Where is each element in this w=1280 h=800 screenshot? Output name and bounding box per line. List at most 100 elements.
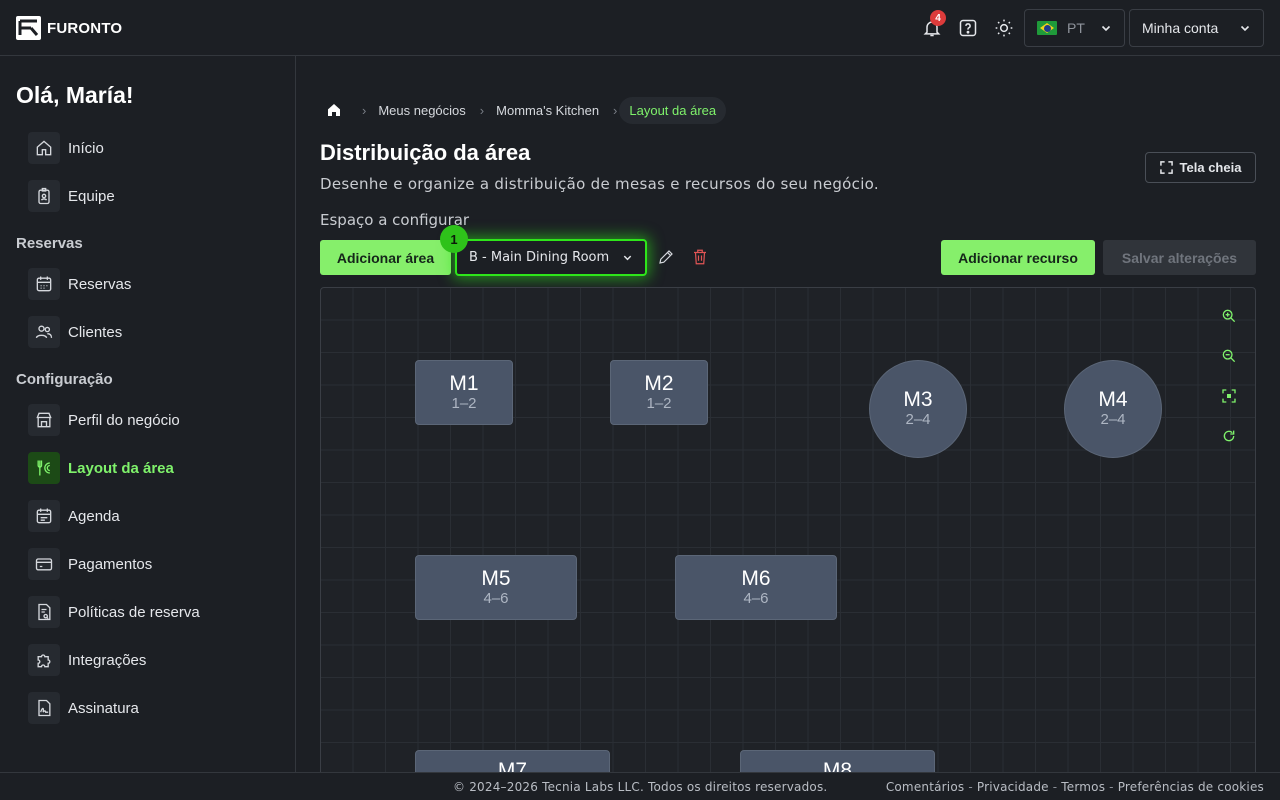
page-title: Distribuição da área: [320, 140, 531, 165]
help-button[interactable]: [956, 16, 980, 40]
edit-area-button[interactable]: [656, 247, 676, 267]
sidebar-item-layout-area[interactable]: Layout da área: [28, 452, 174, 484]
footer: © 2024–2026 Tecnia Labs LLC. Todos os di…: [0, 772, 1280, 800]
policy-icon: [28, 596, 60, 628]
brand-name: FURONTO: [47, 19, 123, 37]
canvas-toolbar: [1219, 306, 1239, 446]
sidebar-item-agenda[interactable]: Agenda: [28, 500, 120, 532]
chevron-down-icon: [1101, 25, 1111, 32]
sidebar-item-label: Assinatura: [68, 699, 139, 717]
table-m3[interactable]: M3 2–4: [869, 360, 967, 458]
logo[interactable]: FURONTO: [16, 16, 122, 40]
footer-link-termos[interactable]: Termos: [1061, 780, 1105, 794]
reset-view-button[interactable]: [1219, 426, 1239, 446]
table-capacity: 2–4: [905, 411, 931, 428]
theme-toggle-button[interactable]: [992, 16, 1016, 40]
notifications-button[interactable]: 4: [920, 10, 946, 40]
sidebar-item-politicas-reserva[interactable]: Políticas de reserva: [28, 596, 200, 628]
add-area-button[interactable]: Adicionar área: [320, 240, 451, 275]
table-m2[interactable]: M2 1–2: [610, 360, 708, 425]
footer-links: Comentários - Privacidade - Termos - Pre…: [886, 780, 1264, 794]
chevron-down-icon: [623, 255, 632, 261]
zoom-out-button[interactable]: [1219, 346, 1239, 366]
save-changes-button[interactable]: Salvar alterações: [1103, 240, 1256, 275]
table-m1[interactable]: M1 1–2: [415, 360, 513, 425]
breadcrumb-mommas-kitchen[interactable]: Momma's Kitchen: [496, 103, 599, 118]
area-select[interactable]: B - Main Dining Room: [455, 239, 647, 276]
brazil-flag-icon: [1037, 21, 1057, 35]
breadcrumb-separator-icon: ›: [479, 102, 485, 118]
refresh-icon: [1223, 430, 1235, 442]
sidebar-item-label: Pagamentos: [68, 555, 153, 573]
zoom-out-icon: [1222, 349, 1236, 363]
sidebar-item-integracoes[interactable]: Integrações: [28, 644, 146, 676]
focus-icon: [1222, 389, 1236, 403]
layout-canvas[interactable]: M1 1–2 M2 1–2 M3 2–4 M4 2–4 M5 4–6 M6 4–…: [320, 287, 1256, 777]
footer-link-privacidade[interactable]: Privacidade: [977, 780, 1049, 794]
sidebar: Olá, María! Início Equipe Reservas Reser…: [0, 56, 296, 772]
table-name: M1: [449, 371, 479, 395]
language-select[interactable]: PT: [1024, 9, 1125, 47]
table-name: M5: [481, 566, 511, 590]
sidebar-item-equipe[interactable]: Equipe: [28, 180, 115, 212]
section-heading-reservas: Reservas: [16, 235, 83, 252]
fit-to-screen-button[interactable]: [1219, 386, 1239, 406]
sidebar-item-inicio[interactable]: Início: [28, 132, 104, 164]
language-code: PT: [1067, 20, 1085, 36]
store-icon: [28, 404, 60, 436]
puzzle-icon: [28, 644, 60, 676]
table-name: M3: [903, 388, 933, 411]
breadcrumb-current: Layout da área: [619, 96, 727, 124]
area-select-value: B - Main Dining Room: [469, 250, 610, 265]
sidebar-item-clientes[interactable]: Clientes: [28, 316, 122, 348]
section-heading-configuracao: Configuração: [16, 371, 113, 388]
pencil-icon: [659, 250, 673, 264]
sidebar-item-label: Agenda: [68, 507, 120, 525]
zoom-in-button[interactable]: [1219, 306, 1239, 326]
add-resource-button[interactable]: Adicionar recurso: [941, 240, 1095, 275]
fullscreen-icon: [1159, 161, 1173, 174]
sidebar-item-label: Equipe: [68, 187, 115, 205]
users-icon: [28, 316, 60, 348]
sidebar-item-label: Perfil do negócio: [68, 411, 180, 429]
home-icon: [28, 132, 60, 164]
chevron-down-icon: [1240, 25, 1250, 32]
step-badge: 1: [440, 225, 468, 253]
footer-separator: -: [968, 779, 973, 794]
footer-link-cookies[interactable]: Preferências de cookies: [1118, 780, 1264, 794]
delete-area-button[interactable]: [690, 247, 710, 267]
table-m4[interactable]: M4 2–4: [1064, 360, 1162, 458]
table-name: M4: [1098, 388, 1128, 411]
sidebar-item-pagamentos[interactable]: Pagamentos: [28, 548, 152, 580]
sidebar-item-label: Integrações: [68, 651, 147, 669]
sidebar-item-label: Início: [68, 139, 104, 157]
sidebar-item-label: Políticas de reserva: [68, 603, 200, 621]
footer-separator: -: [1109, 779, 1114, 794]
breadcrumb-meus-negocios[interactable]: Meus negócios: [378, 103, 465, 118]
table-name: M2: [644, 371, 674, 395]
home-icon: [328, 104, 340, 116]
fullscreen-button[interactable]: Tela cheia: [1145, 152, 1256, 183]
sidebar-item-assinatura[interactable]: Assinatura: [28, 692, 139, 724]
breadcrumb-home[interactable]: [320, 96, 348, 124]
fullscreen-label: Tela cheia: [1179, 160, 1242, 175]
account-menu-button[interactable]: Minha conta: [1129, 9, 1264, 47]
footer-link-comentarios[interactable]: Comentários: [886, 780, 965, 794]
zoom-in-icon: [1222, 309, 1236, 323]
footer-separator: -: [1052, 779, 1058, 794]
trash-icon: [694, 249, 706, 265]
logo-icon: [16, 16, 41, 40]
breadcrumb: › Meus negócios › Momma's Kitchen › Layo…: [320, 96, 727, 124]
sidebar-item-perfil-negocio[interactable]: Perfil do negócio: [28, 404, 180, 436]
card-icon: [28, 548, 60, 580]
table-m5[interactable]: M5 4–6: [415, 555, 577, 620]
signature-icon: [28, 692, 60, 724]
breadcrumb-separator-icon: ›: [362, 102, 367, 118]
breadcrumb-separator-icon: ›: [613, 102, 618, 118]
copyright-text: © 2024–2026 Tecnia Labs LLC. Todos os di…: [453, 779, 828, 794]
sidebar-item-label: Layout da área: [68, 459, 174, 477]
sidebar-item-reservas[interactable]: Reservas: [28, 268, 131, 300]
schedule-icon: [28, 500, 60, 532]
table-capacity: 1–2: [451, 394, 477, 412]
table-m6[interactable]: M6 4–6: [675, 555, 837, 620]
